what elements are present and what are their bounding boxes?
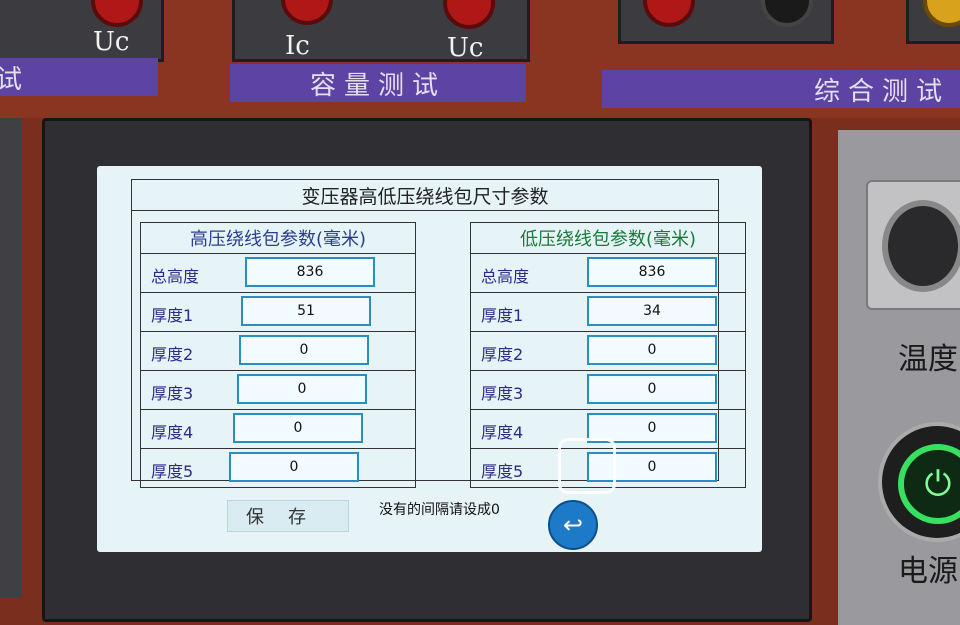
touch-highlight: [558, 438, 616, 494]
high-row-total-height: 总高度 836: [140, 254, 416, 293]
jack-label-uc: Uc: [93, 27, 130, 57]
function-label-capacity: 容量测试: [230, 64, 526, 102]
hint-text: 没有的间隔请设成0: [379, 502, 500, 518]
yellow-jack: [923, 0, 960, 27]
jack-bay-middle: Ic Uc: [232, 0, 530, 63]
params-frame: 变压器高低压绕线包尺寸参数 高压绕线包参数(毫米) 总高度 836 厚度1 51…: [131, 179, 746, 488]
low-total-height-field[interactable]: 836: [587, 257, 717, 287]
high-thickness-3-field[interactable]: 0: [237, 374, 367, 404]
power-label: 电源: [898, 554, 958, 589]
low-row-thickness-2: 厚度2 0: [470, 332, 746, 371]
jack-bay-far-right: [906, 0, 960, 44]
return-arrow-icon[interactable]: ↩: [548, 500, 598, 550]
row-label: 总高度: [151, 267, 200, 286]
row-label: 厚度4: [481, 423, 524, 442]
red-jack: [91, 0, 143, 27]
black-jack: [761, 0, 813, 27]
red-jack: [643, 0, 695, 27]
function-label-left: 试: [0, 58, 158, 96]
row-label: 厚度5: [481, 462, 524, 481]
connector-ring: [882, 200, 960, 292]
high-thickness-5-field[interactable]: 0: [229, 452, 359, 482]
row-label: 厚度1: [481, 306, 524, 325]
jack-bay-left: Uc: [0, 0, 164, 62]
red-jack: [443, 0, 495, 29]
touch-screen: 变压器高低压绕线包尺寸参数 高压绕线包参数(毫米) 总高度 836 厚度1 51…: [97, 166, 762, 552]
red-jack: [281, 0, 333, 25]
row-label: 厚度1: [151, 306, 194, 325]
high-row-thickness-3: 厚度3 0: [140, 371, 416, 410]
jack-bay-right: [618, 0, 834, 44]
row-label: 厚度4: [151, 423, 194, 442]
low-thickness-2-field[interactable]: 0: [587, 335, 717, 365]
low-row-total-height: 总高度 836: [470, 254, 746, 293]
low-row-thickness-3: 厚度3 0: [470, 371, 746, 410]
page-title: 变压器高低压绕线包尺寸参数: [132, 180, 718, 211]
device-top-panel: Uc Ic Uc 试 容量测试 综合测试: [0, 0, 960, 118]
high-row-thickness-2: 厚度2 0: [140, 332, 416, 371]
high-thickness-4-field[interactable]: 0: [233, 413, 363, 443]
low-row-thickness-1: 厚度1 34: [470, 293, 746, 332]
row-label: 厚度2: [481, 345, 524, 364]
low-thickness-1-field[interactable]: 34: [587, 296, 717, 326]
jack-label-ic: Ic: [285, 31, 310, 61]
low-voltage-heading: 低压绕线包参数(毫米): [470, 222, 746, 254]
high-row-thickness-4: 厚度4 0: [140, 410, 416, 449]
power-icon: ⏻: [898, 444, 960, 524]
temperature-label: 温度: [898, 342, 958, 377]
low-thickness-3-field[interactable]: 0: [587, 374, 717, 404]
high-row-thickness-5: 厚度5 0: [140, 449, 416, 488]
row-label: 厚度5: [151, 462, 194, 481]
high-voltage-heading: 高压绕线包参数(毫米): [140, 222, 416, 254]
high-voltage-section: 高压绕线包参数(毫米) 总高度 836 厚度1 51 厚度2 0 厚度3 0 厚…: [140, 222, 416, 494]
high-thickness-1-field[interactable]: 51: [241, 296, 371, 326]
aviation-connector-icon: [866, 180, 960, 310]
jack-label-uc: Uc: [447, 33, 484, 63]
save-button[interactable]: 保存: [227, 500, 349, 532]
high-total-height-field[interactable]: 836: [245, 257, 375, 287]
row-label: 厚度2: [151, 345, 194, 364]
row-label: 厚度3: [481, 384, 524, 403]
function-label-comprehensive: 综合测试: [602, 70, 960, 108]
row-label: 总高度: [481, 267, 530, 286]
high-row-thickness-1: 厚度1 51: [140, 293, 416, 332]
row-label: 厚度3: [151, 384, 194, 403]
high-thickness-2-field[interactable]: 0: [239, 335, 369, 365]
left-frame: [0, 118, 22, 598]
